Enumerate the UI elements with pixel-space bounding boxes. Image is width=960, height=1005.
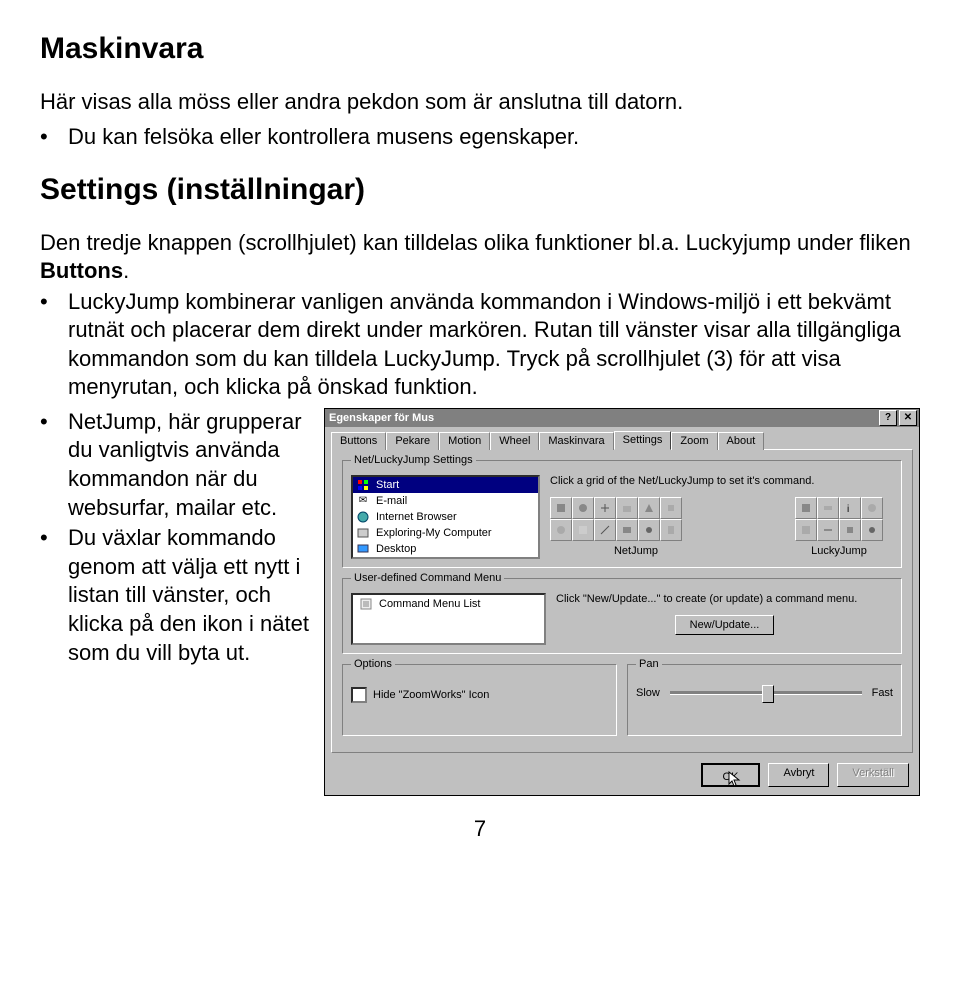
grid-cell[interactable] xyxy=(572,519,594,541)
bullet-item: • Du kan felsöka eller kontrollera musen… xyxy=(40,123,920,152)
help-text: Click "New/Update..." to create (or upda… xyxy=(556,593,893,605)
group-legend: Net/LuckyJump Settings xyxy=(351,454,476,466)
grid-cell[interactable] xyxy=(638,519,660,541)
tab-maskinvara[interactable]: Maskinvara xyxy=(539,432,613,450)
grid-cell[interactable] xyxy=(616,497,638,519)
list-item[interactable]: Exploring-My Computer xyxy=(353,525,538,541)
help-text: Click a grid of the Net/LuckyJump to set… xyxy=(550,475,893,487)
bullet-item: • NetJump, här grupperar du vanligtvis a… xyxy=(40,408,310,522)
dialog-window: Egenskaper för Mus ? ✕ Buttons Pekare Mo… xyxy=(324,408,920,796)
grid-cell[interactable] xyxy=(660,497,682,519)
close-button[interactable]: ✕ xyxy=(899,410,917,426)
bullet-text: Du växlar kommando genom att välja ett n… xyxy=(68,524,310,667)
section-heading-2: Settings (inställningar) xyxy=(40,173,920,207)
tab-motion[interactable]: Motion xyxy=(439,432,490,450)
dialog-title: Egenskaper för Mus xyxy=(329,412,434,424)
apply-button[interactable]: Verkställ xyxy=(837,763,909,787)
grid-cell[interactable] xyxy=(638,497,660,519)
svg-text:i: i xyxy=(847,504,849,514)
checkbox-icon[interactable] xyxy=(351,687,367,703)
grid-cell[interactable] xyxy=(861,519,883,541)
grid-cell[interactable] xyxy=(550,497,572,519)
ok-button[interactable]: OK xyxy=(701,763,761,787)
intro-text: Här visas alla möss eller andra pekdon s… xyxy=(40,88,920,117)
group-netluckyjump: Net/LuckyJump Settings Start ✉ E-mail xyxy=(342,460,902,568)
explorer-icon xyxy=(356,526,370,540)
list-item[interactable]: Desktop xyxy=(353,541,538,557)
group-options: Options Hide "ZoomWorks" Icon xyxy=(342,664,617,736)
grid-cell[interactable] xyxy=(795,519,817,541)
netjump-grid[interactable] xyxy=(550,497,682,541)
help-button[interactable]: ? xyxy=(879,410,897,426)
list-item[interactable]: Command Menu List xyxy=(356,596,541,612)
group-legend: Options xyxy=(351,658,395,670)
menu-icon xyxy=(359,597,373,611)
desktop-icon xyxy=(356,542,370,556)
luckyjump-label: LuckyJump xyxy=(795,545,883,557)
group-user-cmd: User-defined Command Menu Command Menu L… xyxy=(342,578,902,654)
hide-zoomworks-checkbox[interactable]: Hide "ZoomWorks" Icon xyxy=(351,687,608,703)
tab-buttons[interactable]: Buttons xyxy=(331,432,386,450)
luckyjump-grid[interactable]: i xyxy=(795,497,883,541)
grid-cell[interactable] xyxy=(795,497,817,519)
group-pan: Pan Slow Fast xyxy=(627,664,902,736)
grid-cell[interactable] xyxy=(817,497,839,519)
grid-cell[interactable] xyxy=(594,519,616,541)
netjump-label: NetJump xyxy=(550,545,722,557)
new-update-button[interactable]: New/Update... xyxy=(675,615,775,635)
bullet-icon: • xyxy=(40,288,68,402)
section-heading: Maskinvara xyxy=(40,32,920,66)
bullet-item: • LuckyJump kombinerar vanligen använda … xyxy=(40,288,920,402)
group-legend: Pan xyxy=(636,658,662,670)
grid-cell[interactable] xyxy=(594,497,616,519)
titlebar: Egenskaper för Mus ? ✕ xyxy=(325,409,919,427)
bullet-icon: • xyxy=(40,123,68,152)
list-item[interactable]: Internet Browser xyxy=(353,509,538,525)
bullet-item: • Du växlar kommando genom att välja ett… xyxy=(40,524,310,667)
bullet-icon: • xyxy=(40,408,68,522)
bullet-text: Du kan felsöka eller kontrollera musens … xyxy=(68,123,579,152)
grid-cell[interactable] xyxy=(660,519,682,541)
bullet-text: LuckyJump kombinerar vanligen använda ko… xyxy=(68,288,920,402)
cancel-button[interactable]: Avbryt xyxy=(768,763,829,787)
slider-max-label: Fast xyxy=(872,687,893,699)
command-menu-listbox[interactable]: Command Menu List xyxy=(351,593,546,645)
list-item[interactable]: ✉ E-mail xyxy=(353,493,538,509)
slider-track[interactable] xyxy=(670,691,862,695)
tab-about[interactable]: About xyxy=(718,432,765,450)
slider-thumb[interactable] xyxy=(762,685,774,703)
grid-cell[interactable]: i xyxy=(839,497,861,519)
grid-cell[interactable] xyxy=(550,519,572,541)
tab-zoom[interactable]: Zoom xyxy=(671,432,717,450)
grid-cell[interactable] xyxy=(616,519,638,541)
grid-cell[interactable] xyxy=(817,519,839,541)
bullet-icon: • xyxy=(40,524,68,667)
tab-pekare[interactable]: Pekare xyxy=(386,432,439,450)
tab-wheel[interactable]: Wheel xyxy=(490,432,539,450)
start-icon xyxy=(356,478,370,492)
command-listbox[interactable]: Start ✉ E-mail Internet Browser xyxy=(351,475,540,559)
mail-icon: ✉ xyxy=(356,494,370,508)
slider-min-label: Slow xyxy=(636,687,660,699)
dialog-buttons: OK Avbryt Verkställ xyxy=(325,759,919,795)
tab-panel: Net/LuckyJump Settings Start ✉ E-mail xyxy=(331,449,913,753)
browser-icon xyxy=(356,510,370,524)
pan-slider[interactable]: Slow Fast xyxy=(636,687,893,699)
page-number: 7 xyxy=(40,816,920,842)
sub-intro: Den tredje knappen (scrollhjulet) kan ti… xyxy=(40,229,920,285)
grid-cell[interactable] xyxy=(861,497,883,519)
bullet-text: NetJump, här grupperar du vanligtvis anv… xyxy=(68,408,310,522)
list-item[interactable]: Start xyxy=(353,477,538,493)
group-legend: User-defined Command Menu xyxy=(351,572,504,584)
checkbox-label: Hide "ZoomWorks" Icon xyxy=(373,689,489,701)
tab-settings[interactable]: Settings xyxy=(614,431,672,450)
grid-cell[interactable] xyxy=(839,519,861,541)
tab-strip: Buttons Pekare Motion Wheel Maskinvara S… xyxy=(325,427,919,449)
grid-cell[interactable] xyxy=(572,497,594,519)
